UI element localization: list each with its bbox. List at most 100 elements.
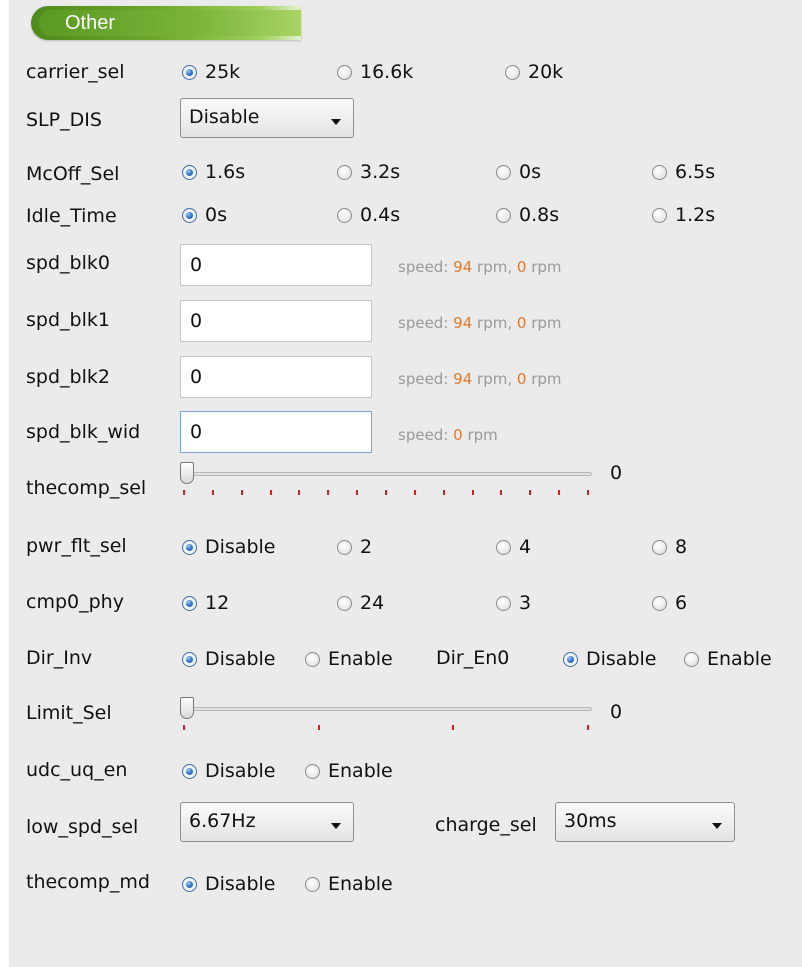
spd-blk-wid-input[interactable]: 0 (180, 411, 372, 453)
spd-blk1-input[interactable]: 0 (180, 300, 372, 342)
pwr-flt-sel-label: pwr_flt_sel (26, 535, 127, 557)
slp-dis-value: Disable (189, 106, 260, 128)
spd-blk0-input[interactable]: 0 (180, 244, 372, 286)
slider-tick (587, 490, 589, 495)
mcoff-sel-radio-1-6s[interactable]: 1.6s (182, 161, 245, 183)
radio-indicator-icon (496, 164, 511, 180)
section-tab-other[interactable]: Other (31, 6, 301, 40)
charge-sel-label: charge_sel (435, 814, 537, 836)
speed-value-1: 94 (453, 314, 473, 332)
radio-label: 8 (675, 536, 688, 558)
slider-thumb[interactable] (180, 462, 194, 484)
mcoff-sel-radio-0s[interactable]: 0s (496, 161, 541, 183)
radio-label: Enable (707, 648, 772, 670)
radio-label: 4 (519, 536, 532, 558)
dir-inv-radio-disable[interactable]: Disable (182, 648, 275, 670)
slider-track[interactable] (180, 707, 592, 711)
radio-label: 6.5s (675, 161, 716, 183)
dir-inv-label: Dir_Inv (26, 647, 93, 669)
pwr-flt-sel-radio-disable[interactable]: Disable (182, 536, 275, 558)
thecomp-sel-value: 0 (610, 462, 623, 484)
udc-uq-en-radio-disable[interactable]: Disable (182, 760, 275, 782)
carrier-sel-radio-20k[interactable]: 20k (505, 61, 563, 83)
idle-time-radio-0s[interactable]: 0s (182, 204, 227, 226)
spd-blk2-input[interactable]: 0 (180, 356, 372, 398)
spd-blk2-speed: speed: 94 rpm, 0 rpm (398, 370, 562, 388)
radio-label: 12 (205, 592, 230, 614)
slider-tick (413, 490, 416, 495)
pwr-flt-sel-radio-8[interactable]: 8 (652, 536, 687, 558)
slider-tick (327, 490, 330, 495)
dir-en0-radio-disable[interactable]: Disable (563, 648, 656, 670)
thecomp-md-radio-enable[interactable]: Enable (305, 873, 393, 895)
slider-thumb[interactable] (180, 697, 194, 719)
slp-dis-select[interactable]: Disable (180, 98, 354, 138)
speed-value-2: 0 (516, 314, 527, 332)
radio-label: Disable (586, 648, 657, 670)
speed-prefix: speed: (398, 258, 449, 276)
radio-indicator-icon (305, 651, 320, 667)
radio-label: 0s (519, 161, 541, 183)
radio-label: 3 (519, 592, 532, 614)
idle-time-radio-0-8s[interactable]: 0.8s (496, 204, 559, 226)
spd-blk1-speed: speed: 94 rpm, 0 rpm (398, 314, 562, 332)
radio-indicator-icon (652, 207, 667, 223)
cmp0-phy-radio-24[interactable]: 24 (337, 592, 384, 614)
radio-label: Disable (205, 648, 276, 670)
radio-label: Disable (205, 873, 276, 895)
thecomp-sel-slider[interactable]: 0 (180, 462, 623, 502)
radio-label: 6 (675, 592, 688, 614)
charge-sel-select[interactable]: 30ms (555, 802, 735, 842)
mcoff-sel-radio-3-2s[interactable]: 3.2s (337, 161, 400, 183)
slider-tick (452, 725, 455, 730)
carrier-sel-radio-16-6k[interactable]: 16.6k (337, 61, 413, 83)
radio-label: Disable (205, 536, 276, 558)
speed-unit-2: rpm (531, 370, 562, 388)
speed-value-1: 0 (453, 426, 463, 444)
slider-tick (317, 725, 320, 730)
limit-sel-slider[interactable]: 0 (180, 697, 622, 737)
speed-unit-2: rpm (531, 314, 562, 332)
slider-tick (183, 725, 185, 730)
radio-indicator-icon (182, 539, 197, 555)
slider-tick (240, 490, 243, 495)
speed-value-2: 0 (516, 258, 527, 276)
radio-label: Enable (328, 760, 393, 782)
dir-en0-label: Dir_En0 (436, 647, 510, 669)
radio-indicator-icon (182, 763, 197, 779)
radio-indicator-icon (337, 207, 352, 223)
dir-en0-radio-enable[interactable]: Enable (684, 648, 772, 670)
cmp0-phy-radio-12[interactable]: 12 (182, 592, 229, 614)
carrier-sel-radio-25k[interactable]: 25k (182, 61, 240, 83)
radio-indicator-icon (496, 595, 511, 611)
pwr-flt-sel-radio-2[interactable]: 2 (337, 536, 372, 558)
cmp0-phy-radio-3[interactable]: 3 (496, 592, 531, 614)
speed-unit-1: rpm, (477, 370, 513, 388)
low-spd-sel-select[interactable]: 6.67Hz (180, 802, 354, 842)
slider-tick (500, 490, 503, 495)
udc-uq-en-radio-enable[interactable]: Enable (305, 760, 393, 782)
mcoff-sel-radio-6-5s[interactable]: 6.5s (652, 161, 715, 183)
slider-tick (385, 490, 387, 495)
radio-label: 16.6k (360, 61, 414, 83)
idle-time-radio-1-2s[interactable]: 1.2s (652, 204, 715, 226)
radio-indicator-icon (182, 64, 197, 80)
radio-label: 0.4s (360, 204, 401, 226)
radio-indicator-icon (182, 651, 197, 667)
pwr-flt-sel-radio-4[interactable]: 4 (496, 536, 531, 558)
slider-tick (183, 490, 185, 495)
radio-label: 25k (205, 61, 241, 83)
cmp0-phy-radio-6[interactable]: 6 (652, 592, 687, 614)
slider-tick (558, 490, 561, 495)
thecomp-md-radio-disable[interactable]: Disable (182, 873, 275, 895)
dropdown-arrow-icon (331, 823, 341, 829)
dir-inv-radio-enable[interactable]: Enable (305, 648, 393, 670)
dropdown-arrow-icon (712, 823, 722, 829)
idle-time-radio-0-4s[interactable]: 0.4s (337, 204, 400, 226)
thecomp-sel-label: thecomp_sel (26, 477, 147, 499)
slider-track[interactable] (180, 472, 592, 476)
radio-indicator-icon (182, 164, 197, 180)
spd-blk-wid-label: spd_blk_wid (26, 421, 141, 443)
slider-tick (587, 725, 589, 730)
radio-indicator-icon (684, 651, 699, 667)
